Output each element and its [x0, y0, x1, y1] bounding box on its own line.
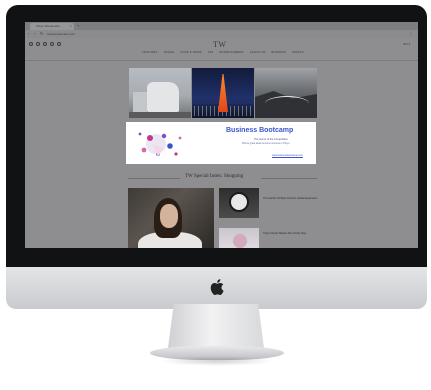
- ground-shape: [129, 112, 191, 118]
- article-title: Tokyo Flower Market: Be A Daily Stop: [263, 232, 307, 235]
- nav-item[interactable]: ENTERTAINMENT: [220, 51, 244, 54]
- nav-item[interactable]: PEOPLE: [292, 51, 304, 54]
- road-light-trail: [265, 96, 309, 111]
- nav-item[interactable]: BUSINESS: [271, 51, 286, 54]
- feature-photo-portrait[interactable]: [128, 188, 214, 248]
- section-title: TW Special Index: Shopping: [185, 174, 244, 179]
- browser-tab[interactable]: Tokyo Weekender ×: [30, 23, 74, 30]
- article-photo-architecture[interactable]: [129, 68, 191, 118]
- apple-logo-icon: [210, 279, 224, 295]
- browser-tab-bar: Tokyo Weekender × +: [25, 22, 418, 30]
- article-thumb-watch[interactable]: [219, 188, 259, 218]
- nav-item[interactable]: TRAVEL: [164, 51, 175, 54]
- watch-dial: [229, 192, 249, 212]
- back-icon[interactable]: ‹: [28, 31, 29, 36]
- banner-tagline: Where great ideas become success in Toky…: [242, 142, 290, 145]
- language-selector[interactable]: EN ▾: [403, 42, 410, 46]
- building-shape: [147, 82, 179, 112]
- banner-link[interactable]: www.businessbootcamp.com: [272, 154, 303, 157]
- twitter-icon[interactable]: [36, 42, 40, 46]
- nav-item[interactable]: FEATURES: [142, 51, 157, 54]
- forward-icon[interactable]: ›: [34, 31, 35, 36]
- banner-title: Business Bootcamp: [226, 127, 294, 134]
- section-rule-left: [128, 178, 180, 179]
- flower-shape: [233, 234, 247, 248]
- tab-title: Tokyo Weekender: [36, 24, 60, 28]
- facebook-icon[interactable]: [29, 42, 33, 46]
- article-snippet[interactable]: Tokyo Flower Market: Be A Daily Stop: [263, 232, 323, 236]
- nav-item[interactable]: LIFESTYLE: [250, 51, 266, 54]
- tab-close-icon[interactable]: ×: [70, 24, 72, 28]
- url-field[interactable]: tokyoweekender.com: [47, 32, 75, 36]
- browser-menu-icon[interactable]: ⋮: [409, 31, 413, 36]
- youtube-icon[interactable]: [50, 42, 54, 46]
- new-tab-icon[interactable]: +: [77, 23, 79, 28]
- nav-item[interactable]: FOOD & DRINK: [181, 51, 202, 54]
- banner-illustration: [138, 132, 182, 156]
- banner-subtitle: The Home of the Competitive: [254, 138, 288, 141]
- section-rule-right: [261, 178, 317, 179]
- site-header: TW EN ▾ FEATURES TRAVEL FOOD & DRINK ART…: [25, 38, 418, 60]
- article-thumb-flower[interactable]: [219, 228, 259, 248]
- article-title: The Hamlet Of Brand And Its Global Expan…: [263, 197, 318, 200]
- rss-icon[interactable]: [57, 42, 61, 46]
- article-photo-mountain-road[interactable]: [255, 68, 317, 118]
- instagram-icon[interactable]: [43, 42, 47, 46]
- monitor-chin: [6, 267, 427, 309]
- reload-icon[interactable]: ↻: [40, 31, 43, 36]
- portrait-face: [160, 204, 178, 228]
- nav-item[interactable]: ART: [208, 51, 214, 54]
- screen: Tokyo Weekender × + ‹ › ↻ tokyoweekender…: [25, 22, 418, 248]
- building-shape: [133, 92, 147, 112]
- article-photo-tokyo-tower[interactable]: [192, 68, 254, 118]
- site-nav: FEATURES TRAVEL FOOD & DRINK ART ENTERTA…: [142, 51, 304, 54]
- site-logo[interactable]: TW: [213, 40, 226, 49]
- monitor-stand-neck: [168, 304, 264, 348]
- header-divider: [25, 60, 418, 61]
- article-snippet[interactable]: The Hamlet Of Brand And Its Global Expan…: [263, 197, 323, 201]
- stand-shadow: [160, 356, 274, 366]
- tower-shape: [218, 74, 228, 112]
- social-links: [29, 42, 61, 46]
- ad-banner[interactable]: Business Bootcamp The Home of the Compet…: [126, 122, 316, 164]
- address-bar: ‹ › ↻ tokyoweekender.com ⋮: [25, 30, 418, 38]
